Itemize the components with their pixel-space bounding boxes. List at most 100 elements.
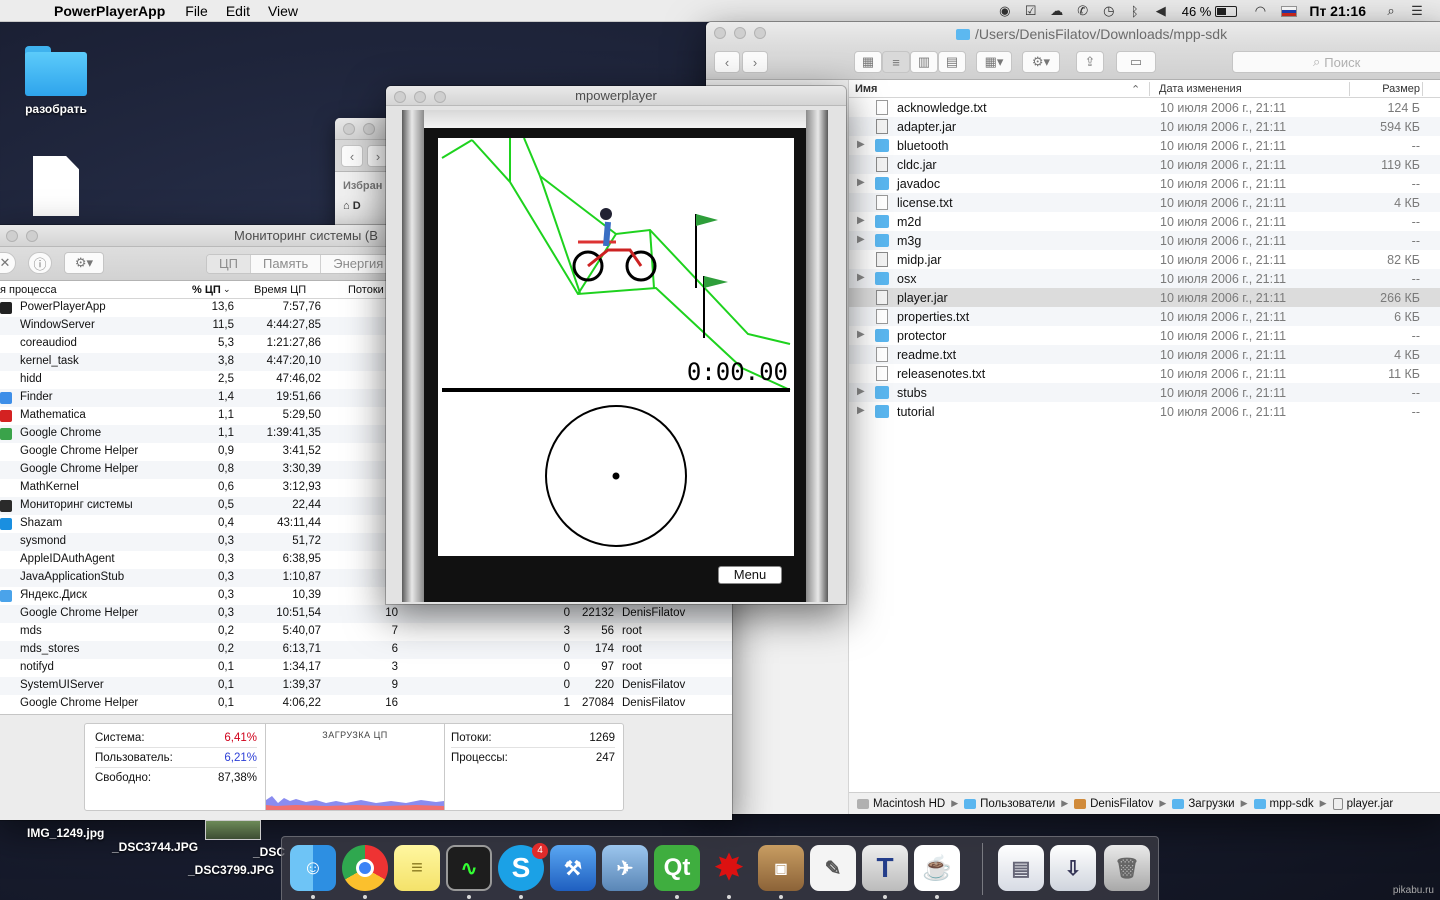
path-crumb[interactable]: mpp-sdk ▶ [1253, 798, 1327, 810]
menu-file[interactable]: File [185, 3, 208, 19]
menu-app-name[interactable]: PowerPlayerApp [54, 3, 165, 19]
back-button[interactable]: ‹ [341, 145, 363, 167]
preview-icon[interactable]: ✈ [602, 845, 648, 891]
xcode-icon[interactable]: ⚒ [550, 845, 596, 891]
menu-edit[interactable]: Edit [226, 3, 250, 19]
menu-view[interactable]: View [268, 3, 298, 19]
disclosure-triangle-icon[interactable]: ▶ [857, 177, 865, 188]
documents-icon[interactable]: ▤ [998, 845, 1044, 891]
disclosure-triangle-icon[interactable]: ▶ [857, 215, 865, 226]
game-screen[interactable]: 0:00.00 [438, 138, 794, 556]
spotlight-icon[interactable]: ⌕ [1382, 3, 1400, 18]
disclosure-triangle-icon[interactable]: ▶ [857, 386, 865, 397]
activity-monitor-icon[interactable]: ∿ [446, 845, 492, 891]
menu-clock[interactable]: Пт 21:16 [1309, 3, 1366, 19]
file-row[interactable]: license.txt 10 июля 2006 г., 21:11 4 КБ [849, 193, 1440, 212]
path-crumb[interactable]: Macintosh HD ▶ [857, 798, 958, 810]
minimize-button[interactable] [734, 27, 746, 39]
file-row[interactable]: adapter.jar 10 июля 2006 г., 21:11 594 КБ [849, 117, 1440, 136]
info-icon[interactable]: ⓘ [28, 252, 52, 274]
trash-icon[interactable]: 🗑 [1104, 845, 1150, 891]
input-source-flag-icon[interactable] [1281, 5, 1298, 17]
arrange-icon[interactable]: ▦▾ [976, 51, 1012, 73]
path-crumb[interactable]: DenisFilatov ▶ [1074, 798, 1166, 810]
file-row[interactable]: player.jar 10 июля 2006 г., 21:11 266 КБ [849, 288, 1440, 307]
battery-icon[interactable] [1215, 5, 1238, 17]
tab-memory[interactable]: Память [251, 255, 322, 273]
process-row[interactable]: Google Chrome Helper 0,3 10:51,54 10 0 22132 D… [0, 605, 732, 623]
disclosure-triangle-icon[interactable]: ▶ [857, 272, 865, 283]
list-view-icon[interactable]: ≡ [882, 51, 910, 73]
back-button[interactable]: ‹ [714, 51, 740, 73]
desktop-file-img1249[interactable]: IMG_1249.jpg [27, 826, 104, 840]
process-row[interactable]: SystemUIServer 0,1 1:39,37 9 0 220 DenisFilato… [0, 677, 732, 695]
file-row[interactable]: ▶ bluetooth 10 июля 2006 г., 21:11 -- [849, 136, 1440, 155]
coverflow-view-icon[interactable]: ▤ [938, 51, 966, 73]
finder-icon[interactable]: ☺ [290, 845, 336, 891]
gear-icon[interactable]: ⚙▾ [1022, 51, 1060, 73]
sort-arrow-icon[interactable]: ⌄ [223, 284, 231, 295]
file-row[interactable]: ▶ javadoc 10 июля 2006 г., 21:11 -- [849, 174, 1440, 193]
column-name[interactable]: Имя [855, 83, 877, 95]
bluetooth-icon[interactable]: ᛒ [1126, 4, 1144, 19]
column-size[interactable]: Размер [1382, 83, 1420, 95]
file-row[interactable]: ▶ protector 10 июля 2006 г., 21:11 -- [849, 326, 1440, 345]
phone-icon[interactable]: ✆ [1074, 3, 1092, 18]
file-row[interactable]: ▶ m2d 10 июля 2006 г., 21:11 -- [849, 212, 1440, 231]
desktop-file[interactable] [16, 156, 96, 216]
downloads-icon[interactable]: ⇩ [1050, 845, 1096, 891]
process-row[interactable]: mds_stores 0,2 6:13,71 6 0 174 root [0, 641, 732, 659]
file-row[interactable]: cldc.jar 10 июля 2006 г., 21:11 119 КБ [849, 155, 1440, 174]
stop-process-icon[interactable]: ✕ [0, 252, 16, 274]
minimize-button[interactable] [414, 91, 426, 103]
mathematica-icon[interactable]: ✸ [706, 845, 752, 891]
file-row[interactable]: readme.txt 10 июля 2006 г., 21:11 4 КБ [849, 345, 1440, 364]
share-icon[interactable]: ⇪ [1076, 51, 1104, 73]
cloud-icon[interactable]: ☁ [1048, 3, 1066, 18]
disclosure-triangle-icon[interactable]: ▶ [857, 329, 865, 340]
archive-utility-icon[interactable]: ▣ [758, 845, 804, 891]
file-row[interactable]: ▶ stubs 10 июля 2006 г., 21:11 -- [849, 383, 1440, 402]
minimize-button[interactable] [363, 123, 375, 135]
sync-icon[interactable]: ◉ [996, 3, 1014, 18]
column-cpu[interactable]: % ЦП [192, 284, 221, 296]
column-date[interactable]: Дата изменения [1159, 83, 1242, 95]
checkbox-icon[interactable]: ☑ [1022, 3, 1040, 18]
mpowerplayer-window[interactable]: mpowerplayer 0:00.00 Menu [386, 86, 846, 604]
desktop-file-dsc3744[interactable]: _DSC3744.JPG [112, 840, 198, 854]
disclosure-triangle-icon[interactable]: ▶ [857, 139, 865, 150]
close-button[interactable] [6, 230, 18, 242]
file-row[interactable]: properties.txt 10 июля 2006 г., 21:11 6 КБ [849, 307, 1440, 326]
file-row[interactable]: ▶ m3g 10 июля 2006 г., 21:11 -- [849, 231, 1440, 250]
chrome-icon[interactable] [342, 845, 388, 891]
desktop-file-dsc3799[interactable]: _DSC3799.JPG [188, 863, 274, 877]
path-crumb[interactable]: Пользователи ▶ [964, 798, 1068, 810]
path-crumb[interactable]: player.jar [1332, 797, 1393, 810]
disclosure-triangle-icon[interactable]: ▶ [857, 234, 865, 245]
close-button[interactable] [343, 123, 355, 135]
column-threads[interactable]: Потоки [348, 284, 384, 296]
path-crumb[interactable]: Загрузки ▶ [1172, 798, 1248, 810]
column-view-icon[interactable]: ▥ [910, 51, 938, 73]
desktop-folder[interactable]: разобрать [16, 46, 96, 116]
file-row[interactable]: ▶ osx 10 июля 2006 г., 21:11 -- [849, 269, 1440, 288]
volume-icon[interactable]: ◀ [1152, 3, 1170, 18]
photo-thumbnail[interactable] [205, 820, 261, 840]
forward-button[interactable]: › [742, 51, 768, 73]
wifi-icon[interactable]: ◠ [1251, 3, 1269, 18]
java-icon[interactable]: ☕ [914, 845, 960, 891]
column-cpu-time[interactable]: Время ЦП [254, 284, 306, 296]
menu-button[interactable]: Menu [718, 566, 782, 584]
process-row[interactable]: notifyd 0,1 1:34,17 3 0 97 root [0, 659, 732, 677]
file-row[interactable]: ▶ tutorial 10 июля 2006 г., 21:11 -- [849, 402, 1440, 421]
tab-cpu[interactable]: ЦП [207, 255, 251, 273]
disclosure-triangle-icon[interactable]: ▶ [857, 405, 865, 416]
textedit-icon[interactable]: ✎ [810, 845, 856, 891]
file-row[interactable]: acknowledge.txt 10 июля 2006 г., 21:11 124… [849, 98, 1440, 117]
sort-arrow-icon[interactable]: ⌃ [1131, 83, 1140, 96]
qt-creator-icon[interactable]: Qt [654, 845, 700, 891]
notification-center-icon[interactable]: ☰ [1408, 3, 1426, 18]
search-input[interactable]: ⌕ Поиск [1232, 51, 1440, 73]
close-button[interactable] [394, 91, 406, 103]
textwrangler-icon[interactable]: T [862, 845, 908, 891]
